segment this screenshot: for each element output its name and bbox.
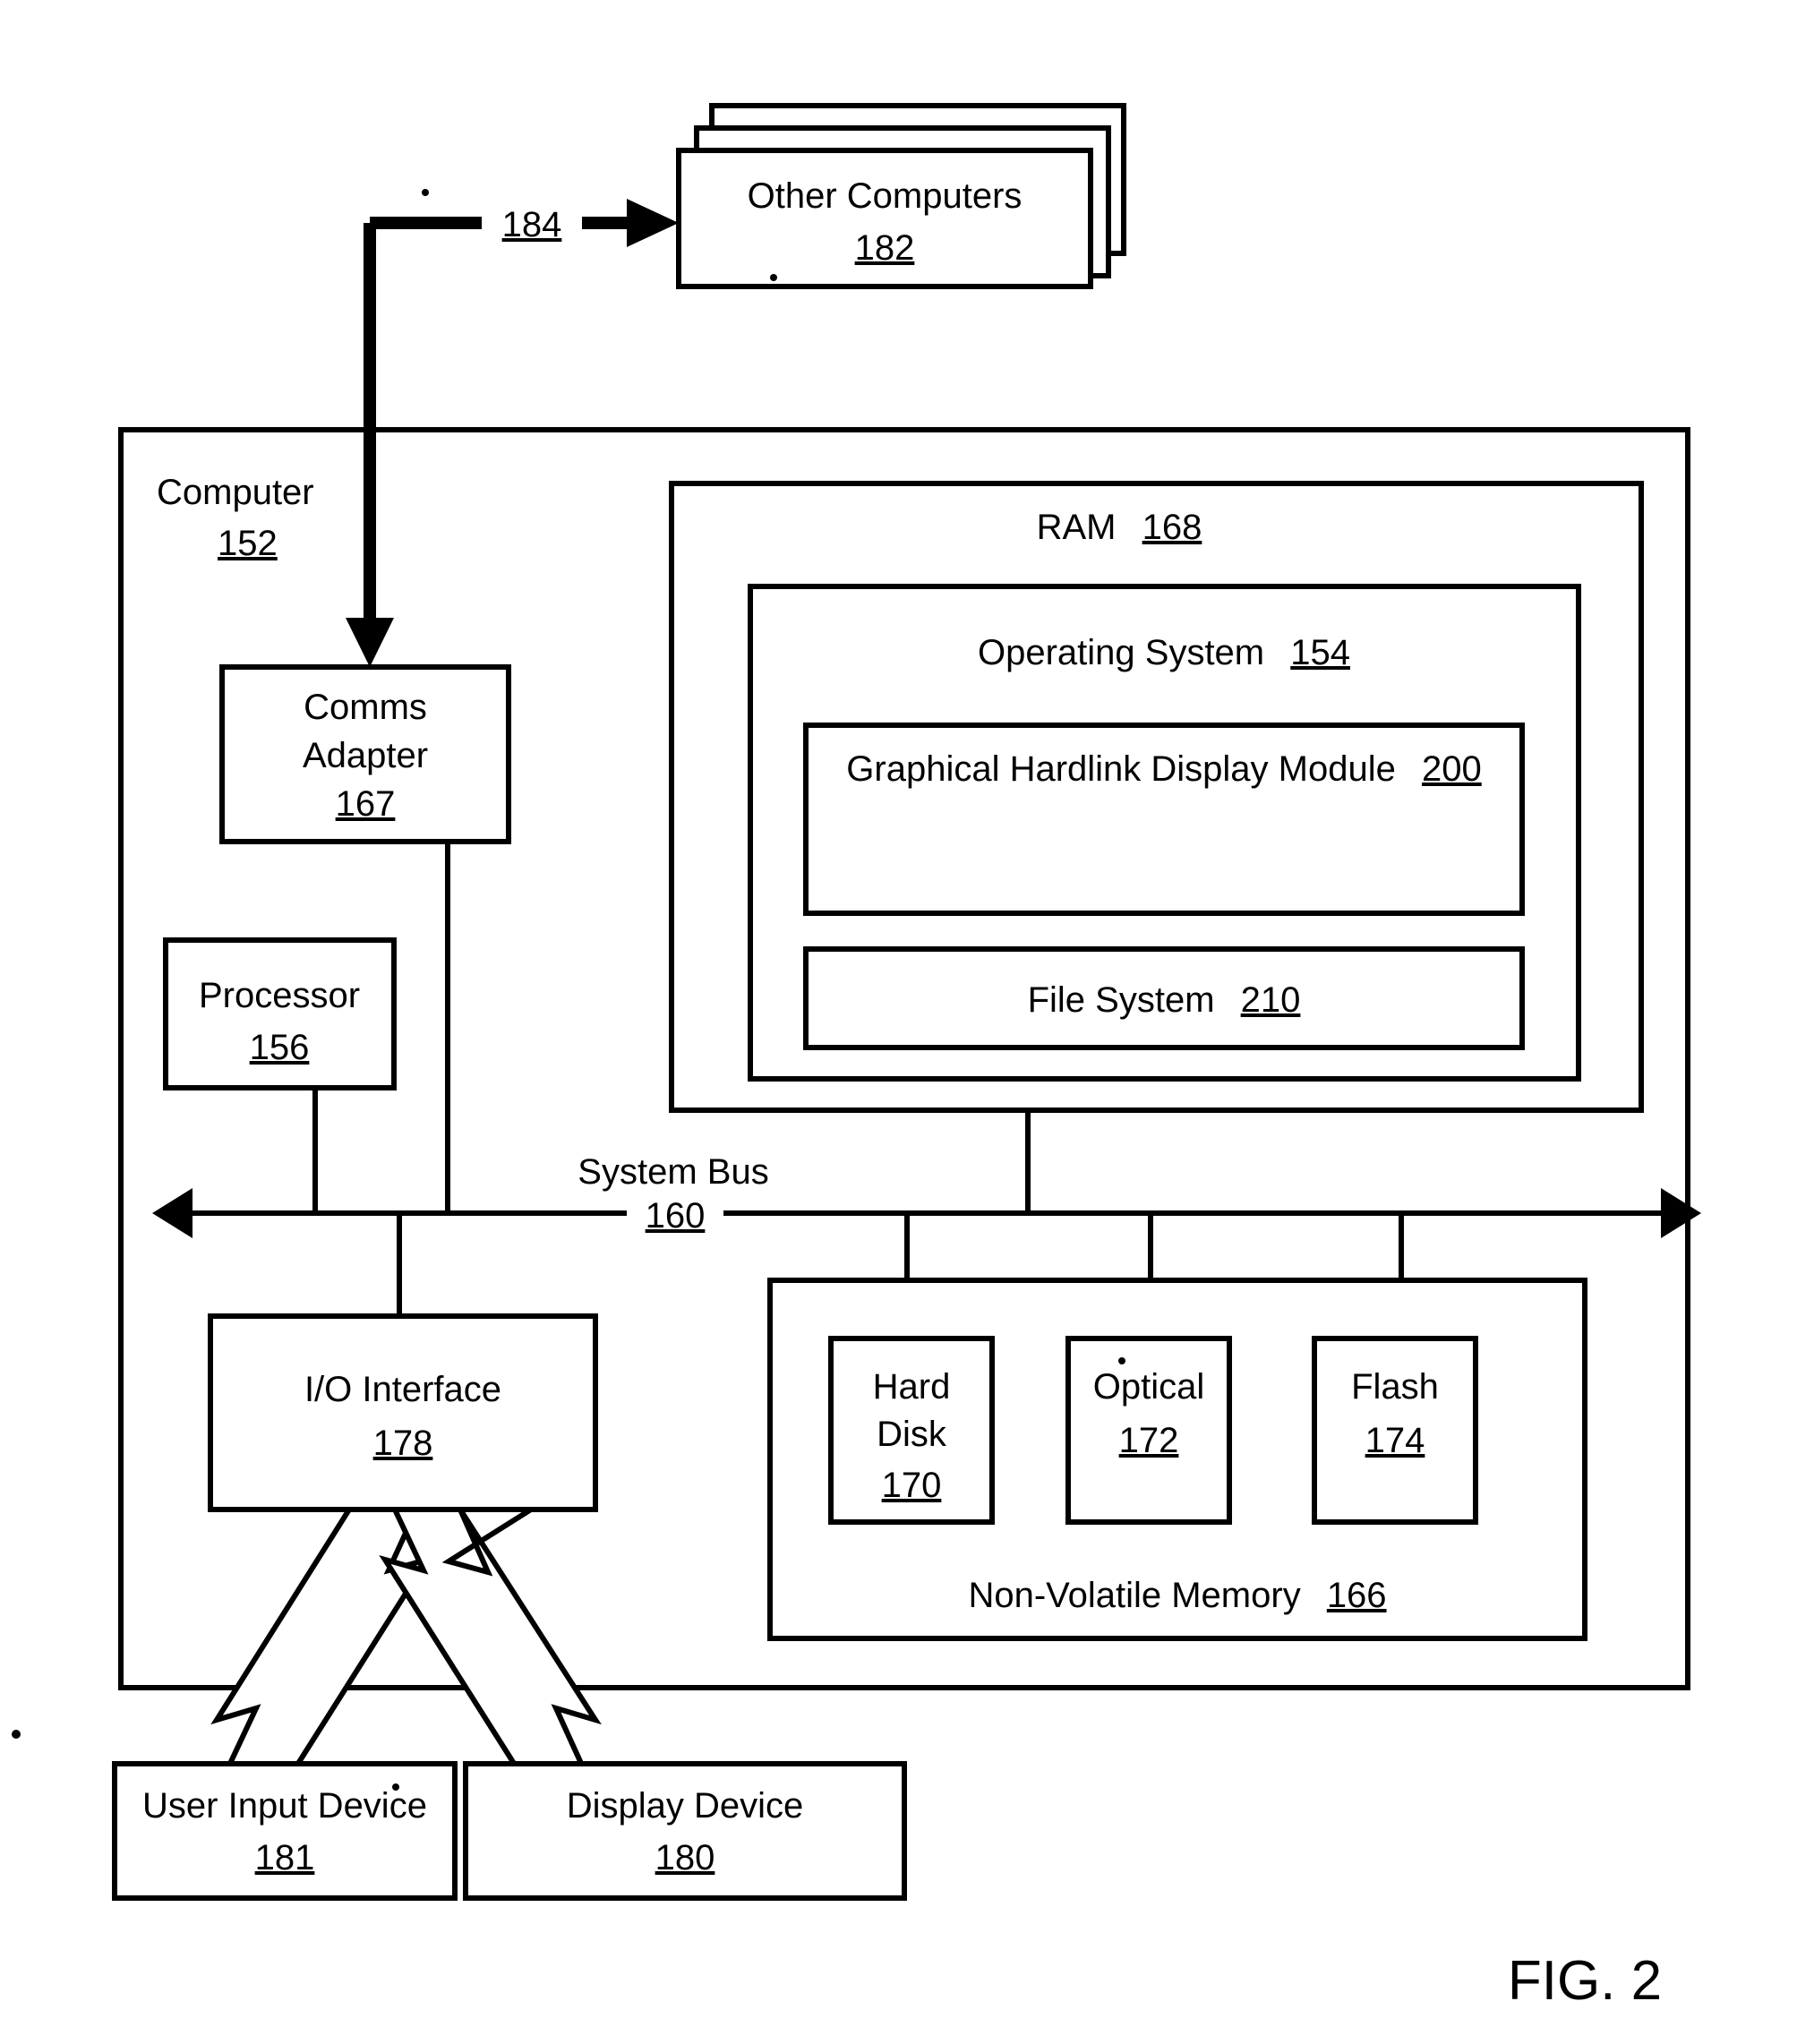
user-input-device-label: User Input Device	[142, 1786, 427, 1826]
user-input-device-ref: 181	[255, 1838, 315, 1877]
ram-label-text: RAM	[1037, 508, 1117, 547]
display-device-label: Display Device	[567, 1786, 804, 1826]
hard-disk-label-line1: Hard	[873, 1367, 951, 1407]
user-input-device-box	[112, 1761, 458, 1901]
nonvolatile-memory-label-text: Non-Volatile Memory	[968, 1576, 1300, 1615]
io-interface-ref: 178	[373, 1424, 433, 1463]
hardlink-module-ref: 200	[1422, 749, 1482, 789]
operating-system-label-text: Operating System	[978, 633, 1264, 672]
patent-figure-2: Other Computers 182 184 Computer 152 RAM…	[12, 103, 1701, 2012]
display-device-box	[463, 1761, 907, 1901]
flash-ref: 174	[1365, 1421, 1425, 1460]
system-bus-arrowhead-left	[152, 1188, 193, 1238]
computer-label: Computer	[157, 473, 314, 512]
operating-system-ref: 154	[1290, 633, 1350, 672]
io-device-arrows-group	[210, 1507, 602, 1772]
optical-label: Optical	[1093, 1367, 1205, 1407]
comms-adapter-label-line2: Adapter	[303, 736, 428, 775]
computer-ref: 152	[218, 524, 278, 563]
system-bus-ref: 160	[646, 1196, 706, 1236]
display-device-ref: 180	[655, 1838, 715, 1877]
ram-label: RAM 168	[1037, 508, 1202, 547]
network-link-ref: 184	[502, 205, 562, 244]
comms-adapter-label-line1: Comms	[304, 688, 427, 727]
user-input-device-speck	[392, 1783, 399, 1791]
display-device-group: Display Device 180	[463, 1761, 907, 1901]
other-computers-group: Other Computers 182	[676, 103, 1126, 289]
figure-label: FIG. 2	[1508, 1950, 1662, 2012]
optical-ref: 172	[1119, 1421, 1179, 1460]
network-link-arrowhead-down	[346, 618, 394, 667]
other-computers-speck	[770, 274, 777, 281]
ram-ref: 168	[1142, 508, 1202, 547]
system-bus-arrowhead-right	[1661, 1188, 1701, 1238]
page-speck-left	[12, 1730, 21, 1739]
hard-disk-ref: 170	[882, 1466, 942, 1505]
processor-group: Processor 156	[163, 937, 397, 1213]
comms-adapter-ref: 167	[336, 784, 396, 824]
io-interface-group: I/O Interface 178	[208, 1213, 598, 1512]
file-system-label: File System 210	[1028, 980, 1301, 1020]
file-system-ref: 210	[1241, 980, 1301, 1020]
flash-label: Flash	[1351, 1367, 1439, 1407]
other-computers-label: Other Computers	[748, 176, 1023, 216]
nonvolatile-memory-group: Hard Disk 170 Optical 172 Flash 174 Non-…	[767, 1213, 1587, 1641]
operating-system-label: Operating System 154	[978, 633, 1350, 672]
system-bus-group: System Bus 160	[152, 1152, 1701, 1243]
user-input-device-arrow	[210, 1507, 433, 1772]
other-computers-ref: 182	[855, 228, 915, 268]
network-link-arrowhead-right	[627, 199, 679, 247]
network-link-speck	[422, 189, 429, 196]
optical-speck	[1118, 1357, 1125, 1364]
nonvolatile-memory-ref: 166	[1327, 1576, 1387, 1615]
system-bus-label: System Bus	[578, 1152, 768, 1192]
user-input-device-group: User Input Device 181	[112, 1761, 458, 1901]
io-interface-box	[208, 1313, 598, 1512]
hardlink-module-label-text: Graphical Hardlink Display Module	[846, 749, 1396, 789]
file-system-label-text: File System	[1028, 980, 1215, 1020]
ram-group: RAM 168 Operating System 154 Graphical H…	[669, 481, 1644, 1113]
hard-disk-label-line2: Disk	[877, 1415, 947, 1454]
processor-label: Processor	[199, 976, 360, 1015]
hardlink-module-label: Graphical Hardlink Display Module 200	[846, 749, 1481, 789]
processor-ref: 156	[250, 1028, 310, 1067]
display-device-arrow	[379, 1507, 602, 1772]
io-interface-label: I/O Interface	[304, 1370, 501, 1409]
